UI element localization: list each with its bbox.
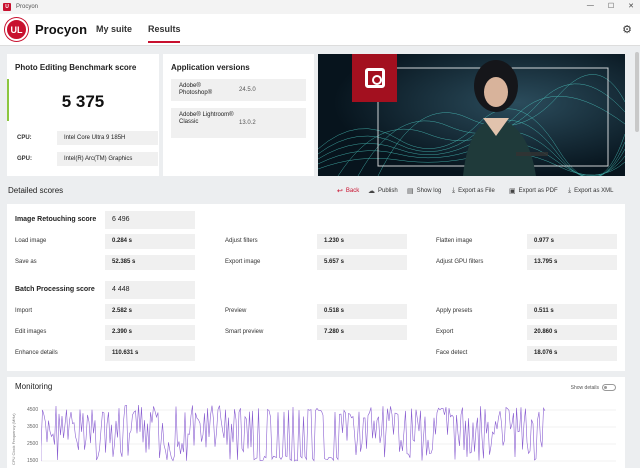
metric-label: Edit images [15, 329, 47, 335]
metric-value: 0.284 s [105, 234, 195, 249]
gpu-value: Intel(R) Arc(TM) Graphics [57, 152, 158, 166]
metric-value: 18.076 s [527, 346, 617, 361]
cloud-upload-icon: ☁ [368, 188, 375, 195]
application-versions-card: Application versions Adobe® Photoshop® 2… [163, 54, 314, 176]
minimize-icon[interactable]: — [587, 2, 594, 10]
score-card-title: Photo Editing Benchmark score [15, 63, 137, 72]
cpu-frequency-chart [41, 404, 616, 462]
tab-my-suite[interactable]: My suite [96, 24, 132, 34]
back-button[interactable]: ↩ Back [337, 187, 359, 195]
gpu-label-text: GPU: [17, 156, 32, 162]
app-row-photoshop: Adobe® Photoshop® 24.5.0 [171, 79, 306, 101]
export-file-button[interactable]: ⤓ Export as File [452, 187, 495, 195]
metric-value: 52.385 s [105, 255, 195, 270]
download-icon: ⤓ [568, 187, 572, 194]
metric-label: Export [436, 329, 454, 335]
export-pdf-button[interactable]: ▣ Export as PDF [509, 187, 558, 195]
show-details-toggle[interactable] [602, 384, 616, 391]
metric-value: 110.631 s [105, 346, 195, 361]
metric-label: Load image [15, 238, 47, 244]
maximize-icon[interactable]: ☐ [608, 2, 614, 10]
gear-icon[interactable]: ⚙ [622, 23, 632, 36]
metric-label: Face detect [436, 350, 468, 356]
retouching-score-value: 6 496 [105, 211, 195, 229]
window-title: Procyon [16, 4, 39, 10]
cpu-label-text: CPU: [17, 135, 32, 141]
batch-score-title: Batch Processing score [15, 286, 95, 293]
window-titlebar: U Procyon — ☐ ✕ [0, 0, 640, 14]
procyon-mark-icon [352, 54, 397, 102]
metric-label: Flatten image [436, 238, 473, 244]
window-controls: — ☐ ✕ [587, 2, 634, 10]
benchmark-score-card: Photo Editing Benchmark score 5 375 CPU:… [7, 54, 159, 176]
metric-label: Export image [225, 259, 261, 265]
app-row-lightroom: Adobe® Lightroom® Classic 13.0.2 [171, 108, 306, 138]
app-icon: U [3, 3, 11, 11]
metric-label: Smart preview [225, 329, 264, 335]
detailed-scores-title: Detailed scores [8, 186, 64, 195]
cpu-frequency-trace [41, 404, 546, 462]
metric-label: Import [15, 308, 33, 314]
metric-value: 0.518 s [317, 304, 407, 319]
y-tick: 2500 [27, 441, 39, 447]
metric-value: 0.977 s [527, 234, 617, 249]
app-version: 13.0.2 [239, 120, 256, 126]
metric-label: Save as [15, 259, 37, 265]
metric-value: 1.230 s [317, 234, 407, 249]
metric-value: 2.390 s [105, 325, 195, 340]
cpu-value: Intel Core Ultra 9 185H [57, 131, 158, 145]
y-tick: 4500 [27, 407, 39, 413]
batch-score-value: 4 448 [105, 281, 195, 299]
app-header: UL Procyon My suite Results ⚙ [0, 14, 640, 46]
monitor-axis-label: CPU Clock Frequency (MHz) [11, 413, 16, 465]
app-versions-title: Application versions [171, 63, 250, 72]
app-name: Adobe® Photoshop® [179, 83, 213, 96]
download-icon: ⤓ [452, 187, 456, 194]
overall-score: 5 375 [61, 92, 105, 111]
app-version: 24.5.0 [239, 87, 256, 93]
document-icon: ▤ [407, 188, 414, 195]
hero-image [318, 54, 625, 176]
y-tick: 1500 [27, 458, 39, 464]
retouching-score-title: Image Retouching score [15, 216, 97, 223]
publish-button[interactable]: ☁ Publish [368, 187, 398, 195]
show-log-button[interactable]: ▤ Show log [407, 187, 441, 195]
tab-results[interactable]: Results [148, 24, 181, 34]
show-details-label: Show details [570, 385, 599, 391]
close-icon[interactable]: ✕ [628, 2, 634, 10]
metric-label: Enhance details [15, 350, 58, 356]
active-tab-indicator [148, 41, 180, 43]
back-arrow-icon: ↩ [337, 188, 343, 195]
metric-label: Apply presets [436, 308, 473, 314]
detailed-scores-panel: Image Retouching score 6 496 Load image … [7, 204, 625, 371]
metric-value: 7.280 s [317, 325, 407, 340]
ul-logo: UL [5, 18, 28, 41]
monitoring-panel: Monitoring Show details CPU Clock Freque… [7, 377, 625, 468]
metric-value: 5.657 s [317, 255, 407, 270]
metric-value: 20.860 s [527, 325, 617, 340]
scrollbar[interactable] [635, 52, 639, 132]
metric-value: 0.511 s [527, 304, 617, 319]
save-icon: ▣ [509, 188, 516, 195]
y-tick: 3500 [27, 424, 39, 430]
app-name: Adobe® Lightroom® Classic [179, 112, 234, 125]
export-xml-button[interactable]: ⤓ Export as XML [568, 187, 613, 195]
metric-label: Adjust GPU filters [436, 259, 484, 265]
brand-name: Procyon [35, 22, 88, 37]
monitoring-title: Monitoring [15, 382, 53, 391]
metric-value: 13.795 s [527, 255, 617, 270]
metric-label: Adjust filters [225, 238, 258, 244]
metric-label: Preview [225, 308, 247, 314]
metric-value: 2.582 s [105, 304, 195, 319]
